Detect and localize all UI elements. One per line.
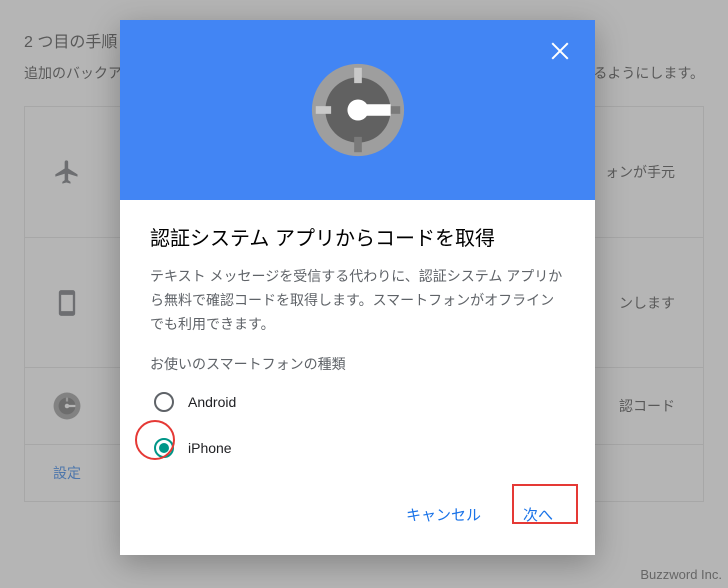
close-icon[interactable] [549, 40, 571, 62]
dialog-description: テキスト メッセージを受信する代わりに、認証システム アプリから無料で確認コード… [150, 265, 565, 336]
radio-mark-icon [154, 438, 174, 458]
dialog-title: 認証システム アプリからコードを取得 [150, 222, 565, 251]
dialog-body: 認証システム アプリからコードを取得 テキスト メッセージを受信する代わりに、認… [120, 200, 595, 472]
radio-label: Android [188, 394, 236, 410]
cancel-button[interactable]: キャンセル [392, 496, 495, 533]
phone-type-radio-group: Android iPhone [150, 392, 565, 458]
radio-mark-icon [154, 392, 174, 412]
radio-option-iphone[interactable]: iPhone [154, 438, 565, 458]
radio-label: iPhone [188, 440, 232, 456]
authenticator-logo-icon [310, 62, 406, 158]
dialog-header [120, 20, 595, 200]
radio-option-android[interactable]: Android [154, 392, 565, 412]
dialog-question: お使いのスマートフォンの種類 [150, 354, 565, 374]
authenticator-dialog: 認証システム アプリからコードを取得 テキスト メッセージを受信する代わりに、認… [120, 20, 595, 555]
dialog-actions: キャンセル 次へ [120, 472, 595, 555]
next-button[interactable]: 次へ [509, 496, 567, 533]
watermark: Buzzword Inc. [640, 567, 722, 582]
